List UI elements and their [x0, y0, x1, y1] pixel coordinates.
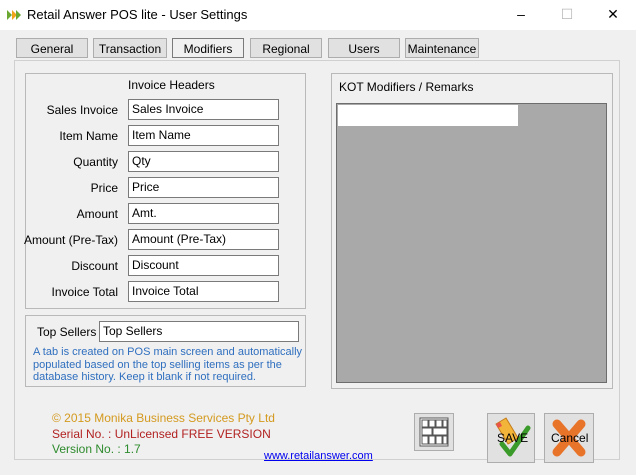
minimize-button[interactable]: – [498, 0, 544, 30]
maximize-button[interactable]: ☐ [544, 0, 590, 30]
label-amount-pre-tax: Amount (Pre-Tax) [23, 233, 118, 247]
minimize-icon: – [517, 6, 525, 22]
save-button[interactable]: SAVE [487, 413, 535, 463]
label-price: Price [90, 181, 118, 195]
item-name-field[interactable]: Item Name [128, 125, 279, 146]
window-title: Retail Answer POS lite - User Settings [27, 7, 248, 22]
kot-title: KOT Modifiers / Remarks [339, 80, 474, 94]
tab-modifiers[interactable]: Modifiers [172, 38, 244, 58]
amount-pre-tax-field[interactable]: Amount (Pre-Tax) [128, 229, 279, 250]
keyboard-button[interactable] [414, 413, 454, 451]
invoice-headers-title: Invoice Headers [128, 78, 215, 92]
app-arrows-icon [7, 10, 21, 20]
amount-field[interactable]: Amt. [128, 203, 279, 224]
tab-transaction[interactable]: Transaction [93, 38, 167, 58]
top-sellers-field[interactable]: Top Sellers [99, 321, 299, 342]
tab-users[interactable]: Users [328, 38, 400, 58]
save-label: SAVE [497, 431, 529, 445]
website-link[interactable]: www.retailanswer.com [264, 450, 373, 462]
serial-text: Serial No. : UnLicensed FREE VERSION [52, 427, 271, 441]
label-invoice-total: Invoice Total [51, 285, 119, 299]
label-item-name: Item Name [59, 129, 118, 143]
discount-field[interactable]: Discount [128, 255, 279, 276]
label-amount: Amount [76, 207, 118, 221]
close-icon: ✕ [607, 6, 619, 22]
tab-regional[interactable]: Regional [250, 38, 322, 58]
label-discount: Discount [71, 259, 118, 273]
kot-modifiers-list[interactable] [336, 103, 607, 383]
kot-modifier-input[interactable] [338, 105, 518, 126]
cancel-label: Cancel [551, 431, 589, 445]
top-sellers-label: Top Sellers [37, 325, 97, 339]
tab-general[interactable]: General [16, 38, 88, 58]
top-sellers-hint: A tab is created on POS main screen and … [33, 346, 303, 383]
label-quantity: Quantity [73, 155, 118, 169]
price-field[interactable]: Price [128, 177, 279, 198]
keyboard-icon [419, 417, 449, 447]
title-bar: Retail Answer POS lite - User Settings –… [0, 0, 636, 30]
copyright-text: © 2015 Monika Business Services Pty Ltd [52, 411, 275, 425]
cancel-button[interactable]: Cancel [544, 413, 594, 463]
sales-invoice-field[interactable]: Sales Invoice [128, 99, 279, 120]
version-text: Version No. : 1.7 [52, 442, 141, 456]
quantity-field[interactable]: Qty [128, 151, 279, 172]
close-window-button[interactable]: ✕ [590, 0, 636, 30]
tab-maintenance[interactable]: Maintenance [405, 38, 479, 58]
label-sales-invoice: Sales Invoice [46, 103, 118, 117]
invoice-total-field[interactable]: Invoice Total [128, 281, 279, 302]
maximize-icon: ☐ [560, 6, 574, 22]
